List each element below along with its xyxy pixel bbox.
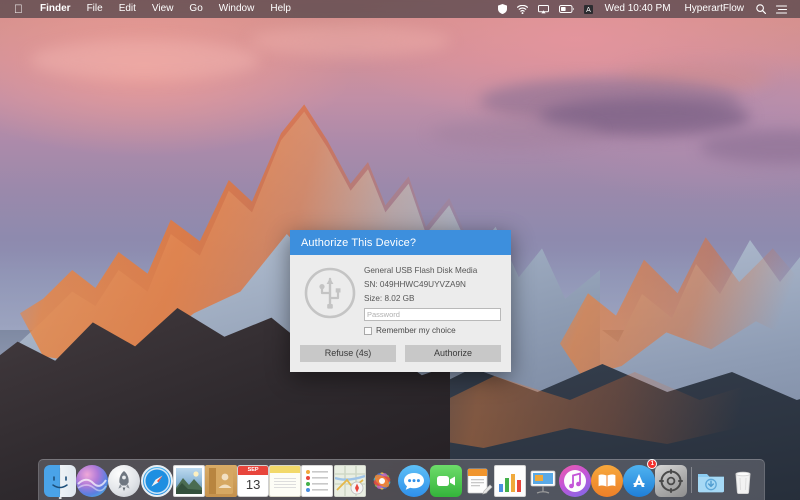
- menu-item-file[interactable]: File: [79, 0, 111, 18]
- system-preferences-icon: [655, 465, 688, 497]
- dock-item-ibooks[interactable]: [591, 461, 623, 499]
- dock-item-downloads-folder[interactable]: [695, 461, 727, 499]
- dock-item-finder[interactable]: [44, 461, 77, 499]
- preview-icon: [172, 465, 205, 497]
- launchpad-icon: [108, 465, 141, 497]
- remember-choice-checkbox[interactable]: [364, 327, 372, 335]
- dock-item-itunes[interactable]: [558, 461, 591, 499]
- dock-separator: [687, 461, 694, 499]
- dock-item-messages[interactable]: [397, 461, 430, 499]
- dock-item-notes[interactable]: [269, 461, 302, 499]
- menu-bar-status-area: A Wed 10:40 PM HyperartFlow: [493, 0, 794, 18]
- wallpaper-cloud: [430, 120, 600, 148]
- calendar-month: SEP: [238, 466, 269, 475]
- calendar-day: 13: [245, 477, 261, 492]
- dock-item-contacts[interactable]: [204, 461, 237, 499]
- messages-icon: [397, 465, 430, 497]
- refuse-button[interactable]: Refuse (4s): [300, 345, 396, 362]
- wifi-icon[interactable]: [512, 4, 533, 14]
- maps-icon: [333, 465, 366, 497]
- dock-item-photos[interactable]: [366, 461, 398, 499]
- reminders-icon: [301, 465, 334, 497]
- dialog-fields: General USB Flash Disk Media SN: 049HHWC…: [360, 265, 501, 336]
- dock-item-facetime[interactable]: [430, 461, 463, 499]
- dock-item-keynote[interactable]: [527, 461, 559, 499]
- dock-item-siri[interactable]: [76, 461, 109, 499]
- remember-choice-label: Remember my choice: [376, 326, 456, 335]
- dock-item-calendar[interactable]: SEP 13: [237, 461, 270, 499]
- dock-item-pages[interactable]: [462, 461, 494, 499]
- wallpaper-cloud: [30, 40, 260, 80]
- search-icon[interactable]: [751, 4, 771, 14]
- safari-icon: [140, 465, 173, 497]
- remember-choice-row[interactable]: Remember my choice: [364, 326, 501, 336]
- menu-item-go[interactable]: Go: [181, 0, 210, 18]
- dock: SEP 13 1: [38, 459, 765, 500]
- dock-item-launchpad[interactable]: [108, 461, 141, 499]
- dock-item-maps[interactable]: [333, 461, 366, 499]
- calendar-icon: SEP 13: [237, 465, 270, 497]
- menu-item-edit[interactable]: Edit: [111, 0, 144, 18]
- menu-bar-left:  Finder File Edit View Go Window Help: [6, 0, 299, 18]
- desktop-screen:  Finder File Edit View Go Window Help: [0, 0, 800, 500]
- dock-item-trash[interactable]: [727, 461, 759, 499]
- menu-item-window[interactable]: Window: [211, 0, 263, 18]
- device-serial: SN: 049HHWC49UYVZA9N: [364, 280, 466, 289]
- finder-icon: [44, 465, 77, 497]
- svg-text:A: A: [586, 7, 591, 14]
- airplay-icon[interactable]: [533, 4, 554, 14]
- downloads-folder-icon: [695, 465, 727, 497]
- dialog-title: Authorize This Device?: [290, 230, 511, 255]
- siri-icon: [76, 465, 109, 497]
- shield-icon[interactable]: [493, 4, 512, 14]
- itunes-icon: [558, 465, 591, 497]
- wallpaper-cloud: [250, 25, 450, 57]
- app-store-icon: [623, 465, 656, 497]
- dialog-button-row: Refuse (4s) Authorize: [290, 336, 511, 372]
- notes-icon: [269, 465, 302, 497]
- dock-item-safari[interactable]: [140, 461, 173, 499]
- control-center-icon[interactable]: [771, 4, 792, 14]
- menu-bar-clock[interactable]: Wed 10:40 PM: [598, 0, 678, 18]
- apple-menu-icon[interactable]: : [6, 0, 32, 18]
- battery-icon[interactable]: [554, 5, 579, 13]
- running-indicator: [58, 496, 62, 499]
- numbers-icon: [494, 465, 527, 497]
- password-input[interactable]: [364, 308, 501, 321]
- usb-icon: [300, 265, 360, 336]
- device-size: Size: 8.02 GB: [364, 294, 415, 303]
- menu-bar:  Finder File Edit View Go Window Help: [0, 0, 800, 18]
- authorize-button[interactable]: Authorize: [405, 345, 501, 362]
- ibooks-icon: [591, 465, 623, 497]
- keynote-icon: [527, 465, 559, 497]
- dialog-body: General USB Flash Disk Media SN: 049HHWC…: [290, 255, 511, 336]
- dock-item-preview[interactable]: [172, 461, 205, 499]
- menu-item-finder[interactable]: Finder: [32, 0, 79, 18]
- dock-item-app-store[interactable]: 1: [623, 459, 658, 499]
- device-name: General USB Flash Disk Media: [364, 266, 478, 275]
- pages-icon: [462, 465, 494, 497]
- trash-icon: [727, 465, 759, 497]
- input-source-icon[interactable]: A: [579, 4, 598, 14]
- photos-icon: [366, 465, 398, 497]
- dock-item-numbers[interactable]: [494, 461, 527, 499]
- dock-item-reminders[interactable]: [301, 461, 334, 499]
- menu-bar-username[interactable]: HyperartFlow: [678, 0, 751, 18]
- facetime-icon: [430, 465, 463, 497]
- dock-item-system-preferences[interactable]: [655, 461, 688, 499]
- menu-item-view[interactable]: View: [144, 0, 182, 18]
- contacts-icon: [204, 465, 237, 497]
- authorize-device-dialog: Authorize This Device? General USB Flash…: [290, 230, 511, 372]
- menu-item-help[interactable]: Help: [262, 0, 299, 18]
